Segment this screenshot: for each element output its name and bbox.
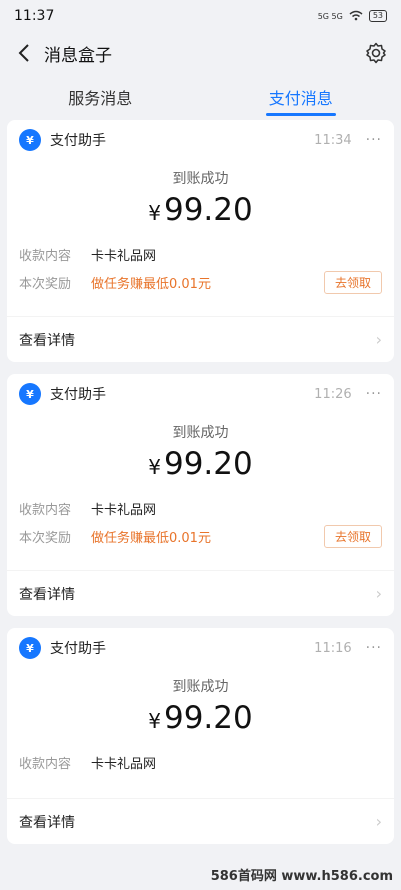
row-label: 收款内容 bbox=[19, 248, 72, 264]
payment-status: 到账成功 bbox=[172, 679, 229, 695]
row-value: 卡卡礼品网 bbox=[91, 756, 157, 772]
currency-symbol: ¥ bbox=[148, 709, 161, 733]
message-card: ¥ 支付助手 11:26 ··· 到账成功 ¥99.20 收款内容 卡卡礼品网 … bbox=[7, 374, 394, 616]
message-card: ¥ 支付助手 11:16 ··· 到账成功 ¥99.20 收款内容 卡卡礼品网 … bbox=[7, 628, 394, 844]
sender-name: 支付助手 bbox=[50, 133, 106, 149]
card-header: ¥ 支付助手 11:16 ··· bbox=[7, 628, 394, 668]
chevron-right-icon: › bbox=[375, 812, 382, 831]
status-time: 11:37 bbox=[14, 8, 55, 24]
view-details-link[interactable]: 查看详情 › bbox=[7, 570, 394, 616]
view-details-link[interactable]: 查看详情 › bbox=[7, 798, 394, 844]
row-value: 卡卡礼品网 bbox=[91, 248, 157, 264]
back-icon[interactable] bbox=[12, 41, 36, 65]
row-value: 卡卡礼品网 bbox=[91, 502, 157, 518]
reward-row: 本次奖励 做任务赚最低0.01元 去领取 bbox=[7, 268, 394, 296]
signal-icon: 5G 5G bbox=[317, 11, 343, 21]
reward-value: 做任务赚最低0.01元 bbox=[91, 276, 211, 292]
row-label: 收款内容 bbox=[19, 502, 72, 518]
gear-icon[interactable] bbox=[363, 40, 389, 66]
row-label: 本次奖励 bbox=[19, 276, 72, 292]
more-icon[interactable]: ··· bbox=[366, 386, 382, 402]
view-details-link[interactable]: 查看详情 › bbox=[7, 316, 394, 362]
more-icon[interactable]: ··· bbox=[366, 640, 382, 656]
tab-bar: 服务消息 支付消息 bbox=[0, 74, 401, 120]
watermark-text: 586首码网 www.h586.com bbox=[210, 869, 393, 884]
detail-label: 查看详情 bbox=[19, 814, 75, 831]
card-header: ¥ 支付助手 11:26 ··· bbox=[7, 374, 394, 414]
payment-amount: ¥99.20 bbox=[7, 700, 394, 736]
sender-name: 支付助手 bbox=[50, 387, 106, 403]
battery-icon: 53 bbox=[368, 10, 387, 22]
message-time: 11:26 bbox=[314, 386, 352, 402]
tab-service-messages[interactable]: 服务消息 bbox=[0, 74, 201, 120]
payment-status: 到账成功 bbox=[172, 171, 229, 187]
message-card: ¥ 支付助手 11:34 ··· 到账成功 ¥99.20 收款内容 卡卡礼品网 … bbox=[7, 120, 394, 362]
currency-symbol: ¥ bbox=[148, 201, 161, 225]
message-time: 11:34 bbox=[314, 132, 352, 148]
detail-label: 查看详情 bbox=[19, 332, 75, 349]
info-row: 收款内容 卡卡礼品网 bbox=[7, 494, 394, 522]
status-bar: 11:37 5G 5G 53 bbox=[0, 0, 401, 32]
page-title: 消息盒子 bbox=[44, 45, 112, 66]
sender-name: 支付助手 bbox=[50, 641, 106, 657]
status-icons: 5G 5G 53 bbox=[318, 10, 387, 23]
detail-label: 查看详情 bbox=[19, 586, 75, 603]
payment-status: 到账成功 bbox=[172, 425, 229, 441]
info-row: 收款内容 卡卡礼品网 bbox=[7, 240, 394, 268]
amount-value: 99.20 bbox=[163, 700, 253, 736]
row-label: 收款内容 bbox=[19, 756, 72, 772]
payment-assistant-logo-icon: ¥ bbox=[19, 637, 41, 659]
reward-row: 本次奖励 做任务赚最低0.01元 去领取 bbox=[7, 522, 394, 550]
claim-button[interactable]: 去领取 bbox=[323, 524, 382, 548]
header: 消息盒子 bbox=[0, 32, 401, 74]
reward-value: 做任务赚最低0.01元 bbox=[91, 530, 211, 546]
payment-amount: ¥99.20 bbox=[7, 446, 394, 482]
payment-assistant-logo-icon: ¥ bbox=[19, 383, 41, 405]
amount-value: 99.20 bbox=[163, 192, 253, 228]
message-time: 11:16 bbox=[314, 640, 352, 656]
more-icon[interactable]: ··· bbox=[366, 132, 382, 148]
chevron-right-icon: › bbox=[375, 330, 382, 349]
wifi-icon bbox=[349, 10, 363, 23]
payment-assistant-logo-icon: ¥ bbox=[19, 129, 41, 151]
claim-button[interactable]: 去领取 bbox=[323, 270, 382, 294]
amount-value: 99.20 bbox=[163, 446, 253, 482]
card-header: ¥ 支付助手 11:34 ··· bbox=[7, 120, 394, 160]
row-label: 本次奖励 bbox=[19, 530, 72, 546]
tab-payment-messages[interactable]: 支付消息 bbox=[201, 74, 401, 120]
payment-amount: ¥99.20 bbox=[7, 192, 394, 228]
currency-symbol: ¥ bbox=[148, 455, 161, 479]
info-row: 收款内容 卡卡礼品网 bbox=[7, 748, 394, 776]
chevron-right-icon: › bbox=[375, 584, 382, 603]
